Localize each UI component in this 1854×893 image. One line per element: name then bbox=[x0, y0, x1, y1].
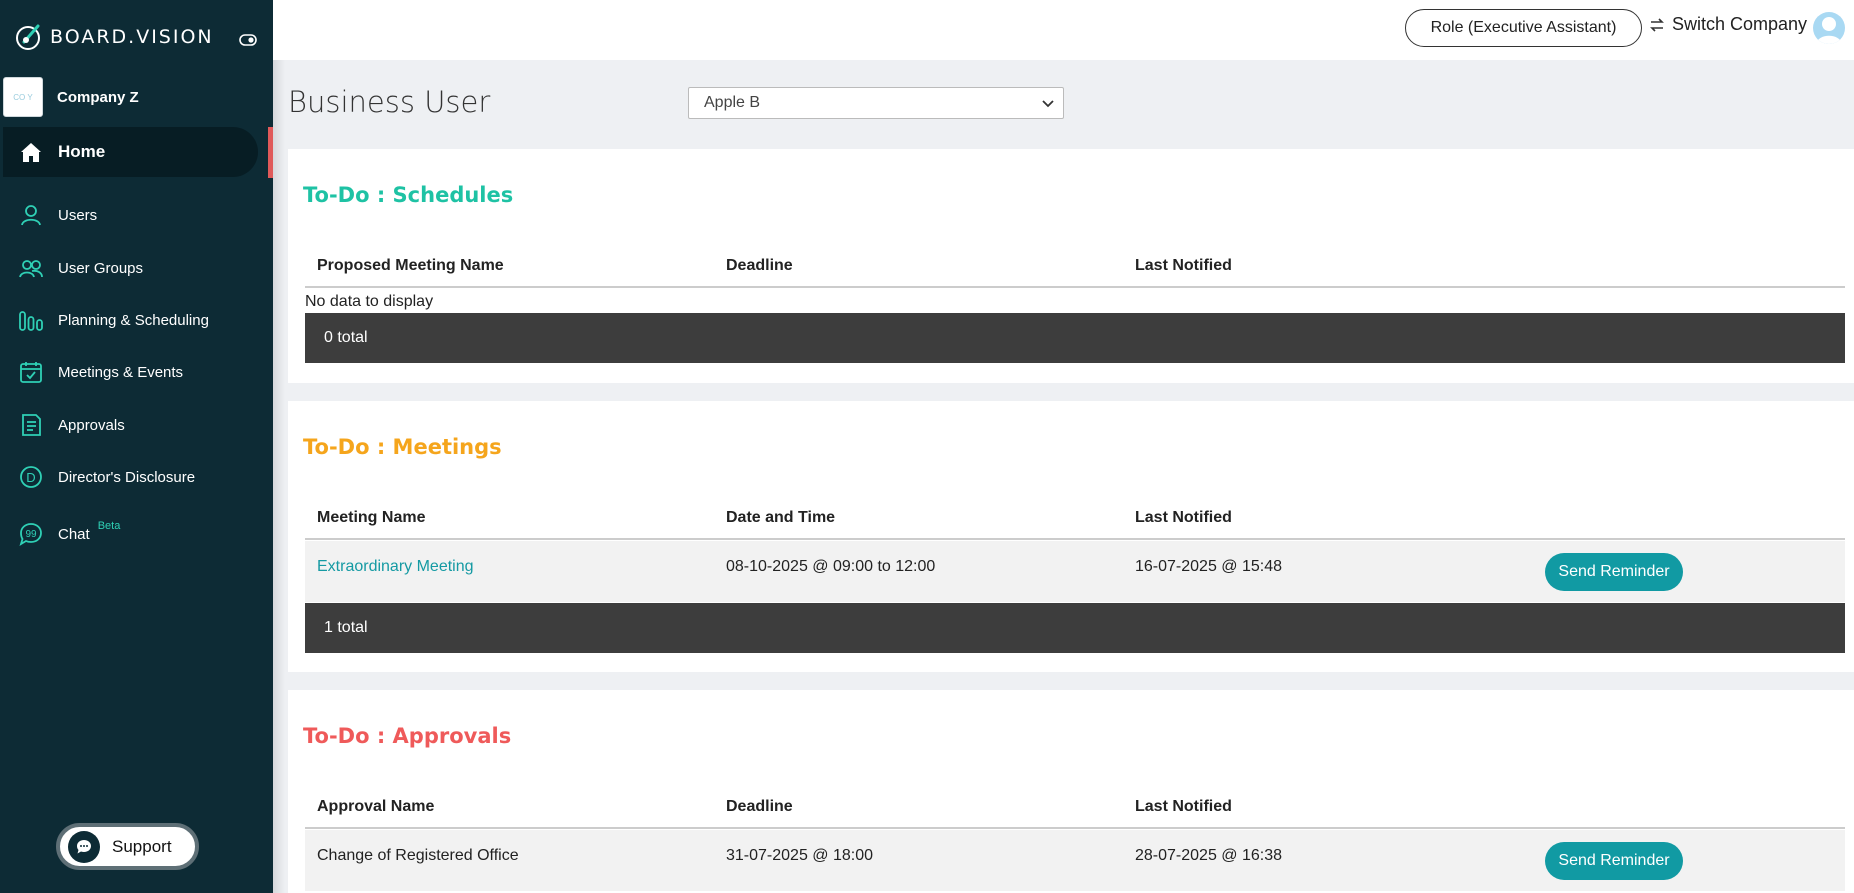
nav-item-meetings-events[interactable]: Meetings & Events bbox=[3, 347, 258, 397]
approval-deadline: 31-07-2025 @ 18:00 bbox=[726, 847, 874, 864]
col-last-notified: Last Notified bbox=[1135, 257, 1232, 274]
nav-label-users: Users bbox=[58, 206, 98, 224]
col-deadline: Deadline bbox=[726, 257, 793, 274]
document-icon bbox=[22, 414, 41, 436]
nav-item-home[interactable]: Home bbox=[3, 127, 258, 177]
svg-text:99: 99 bbox=[25, 529, 37, 540]
sidebar-shadow bbox=[273, 0, 285, 893]
meetings-card: To-Do : Meetings Meeting Name Date and T… bbox=[288, 401, 1854, 672]
users-icon bbox=[19, 260, 43, 278]
send-reminder-button[interactable]: Send Reminder bbox=[1545, 553, 1683, 591]
brand-name: BOARD.VISION bbox=[50, 26, 214, 48]
svg-text:D: D bbox=[26, 470, 35, 485]
meeting-name-link[interactable]: Extraordinary Meeting bbox=[317, 558, 474, 576]
nav-label-user-groups: User Groups bbox=[58, 259, 144, 277]
nav-label-chat: Chat bbox=[58, 525, 90, 543]
schedules-table-header: Proposed Meeting Name Deadline Last Noti… bbox=[305, 241, 1845, 288]
sidebar-toggle-icon[interactable] bbox=[239, 31, 257, 49]
col-date-and-time: Date and Time bbox=[726, 509, 836, 526]
col-deadline: Deadline bbox=[726, 798, 793, 815]
board-vision-logo-icon bbox=[16, 24, 40, 50]
company-switcher[interactable]: CO Y Company Z bbox=[3, 77, 139, 117]
col-approval-name: Approval Name bbox=[317, 798, 435, 815]
meetings-table-header: Meeting Name Date and Time Last Notified bbox=[305, 493, 1845, 540]
beta-badge: Beta bbox=[97, 520, 121, 532]
switch-company-button[interactable]: Switch Company bbox=[1648, 14, 1807, 35]
swap-arrows-icon bbox=[1650, 17, 1664, 32]
avatar-person-icon bbox=[1816, 17, 1842, 44]
nav-item-users[interactable]: Users bbox=[3, 190, 258, 240]
approval-name: Change of Registered Office bbox=[317, 847, 519, 864]
nav-item-approvals[interactable]: Approvals bbox=[3, 400, 258, 450]
sidebar: BOARD.VISION CO Y Company Z Home Users U… bbox=[0, 0, 273, 893]
schedules-total: 0 total bbox=[305, 313, 1845, 363]
nav-label-planning-scheduling: Planning & Scheduling bbox=[58, 311, 209, 329]
chat-icon: 99 bbox=[19, 523, 42, 546]
page-title: Business User bbox=[288, 85, 491, 119]
meeting-last-notified: 16-07-2025 @ 15:48 bbox=[1135, 558, 1283, 575]
table-row: Change of Registered Office 31-07-2025 @… bbox=[305, 830, 1845, 891]
col-last-notified: Last Notified bbox=[1135, 798, 1232, 815]
approvals-card: To-Do : Approvals Approval Name Deadline… bbox=[288, 690, 1854, 893]
home-icon bbox=[21, 143, 41, 162]
nav-item-chat[interactable]: 99 Chat Beta bbox=[3, 509, 258, 559]
schedules-card: To-Do : Schedules Proposed Meeting Name … bbox=[288, 149, 1854, 383]
nav-item-user-groups[interactable]: User Groups bbox=[3, 243, 258, 293]
nav-label-directors-disclosure: Director's Disclosure bbox=[58, 468, 196, 486]
nav-label-meetings-events: Meetings & Events bbox=[58, 363, 184, 381]
circle-d-icon: D bbox=[20, 466, 42, 488]
company-select-value: Apple B bbox=[704, 94, 761, 111]
approvals-title: To-Do : Approvals bbox=[303, 724, 512, 748]
nav-item-directors-disclosure[interactable]: D Director's Disclosure bbox=[3, 452, 258, 502]
support-button[interactable]: Support bbox=[56, 823, 199, 870]
user-avatar[interactable] bbox=[1813, 12, 1845, 44]
col-meeting-name: Meeting Name bbox=[317, 509, 426, 526]
meetings-title: To-Do : Meetings bbox=[303, 435, 502, 459]
nav-label-approvals: Approvals bbox=[58, 416, 125, 434]
nav-item-planning-scheduling[interactable]: Planning & Scheduling bbox=[3, 295, 258, 345]
empty-state-text: No data to display bbox=[305, 293, 434, 310]
table-row: Extraordinary Meeting 08-10-2025 @ 09:00… bbox=[305, 541, 1845, 602]
calendar-check-icon bbox=[20, 362, 42, 383]
nav-label-home: Home bbox=[58, 142, 106, 161]
schedules-title: To-Do : Schedules bbox=[303, 183, 514, 207]
role-button[interactable]: Role (Executive Assistant) bbox=[1405, 9, 1642, 47]
support-chat-icon bbox=[68, 830, 100, 863]
company-logo: CO Y bbox=[3, 77, 43, 117]
company-name: Company Z bbox=[57, 88, 139, 106]
support-label: Support bbox=[112, 836, 172, 856]
brand-logo[interactable]: BOARD.VISION bbox=[14, 22, 214, 52]
meetings-total: 1 total bbox=[305, 603, 1845, 653]
col-last-notified: Last Notified bbox=[1135, 509, 1232, 526]
user-icon bbox=[21, 205, 41, 226]
chevron-down-icon bbox=[1042, 100, 1054, 108]
company-select[interactable]: Apple B bbox=[688, 87, 1064, 119]
col-proposed-meeting-name: Proposed Meeting Name bbox=[317, 257, 504, 274]
approval-last-notified: 28-07-2025 @ 16:38 bbox=[1135, 847, 1283, 864]
send-reminder-button[interactable]: Send Reminder bbox=[1545, 842, 1683, 880]
approvals-table-header: Approval Name Deadline Last Notified bbox=[305, 782, 1845, 829]
meeting-date: 08-10-2025 @ 09:00 to 12:00 bbox=[726, 558, 936, 575]
switch-company-label: Switch Company bbox=[1672, 14, 1808, 34]
top-bar: Role (Executive Assistant) Switch Compan… bbox=[273, 0, 1854, 60]
bar-chart-icon bbox=[19, 311, 43, 331]
